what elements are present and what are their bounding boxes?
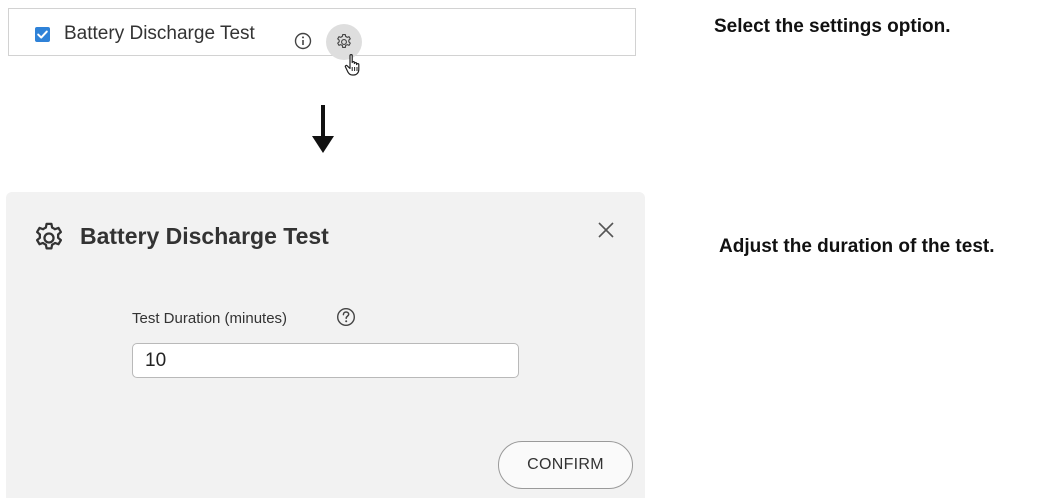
gear-icon	[35, 222, 63, 250]
down-arrow-icon	[312, 105, 334, 153]
tutorial-stage: Battery Discharge Test Select the settin…	[0, 0, 1058, 498]
close-icon[interactable]	[595, 219, 617, 241]
gear-icon	[337, 33, 351, 49]
check-icon	[37, 30, 48, 39]
instruction-step-2: Adjust the duration of the test.	[719, 236, 995, 257]
help-icon[interactable]	[336, 307, 356, 327]
duration-input[interactable]	[132, 343, 519, 378]
dialog-title: Battery Discharge Test	[80, 223, 329, 249]
instruction-step-1: Select the settings option.	[714, 16, 951, 37]
test-row: Battery Discharge Test	[8, 8, 636, 76]
hand-cursor-icon	[344, 54, 360, 76]
settings-dialog: Battery Discharge Test Test Duration (mi…	[6, 192, 645, 498]
test-label: Battery Discharge Test	[64, 23, 255, 44]
test-checkbox[interactable]	[35, 27, 50, 42]
info-icon[interactable]	[294, 32, 312, 50]
duration-label: Test Duration (minutes)	[132, 310, 288, 327]
confirm-button[interactable]: CONFIRM	[498, 441, 633, 489]
